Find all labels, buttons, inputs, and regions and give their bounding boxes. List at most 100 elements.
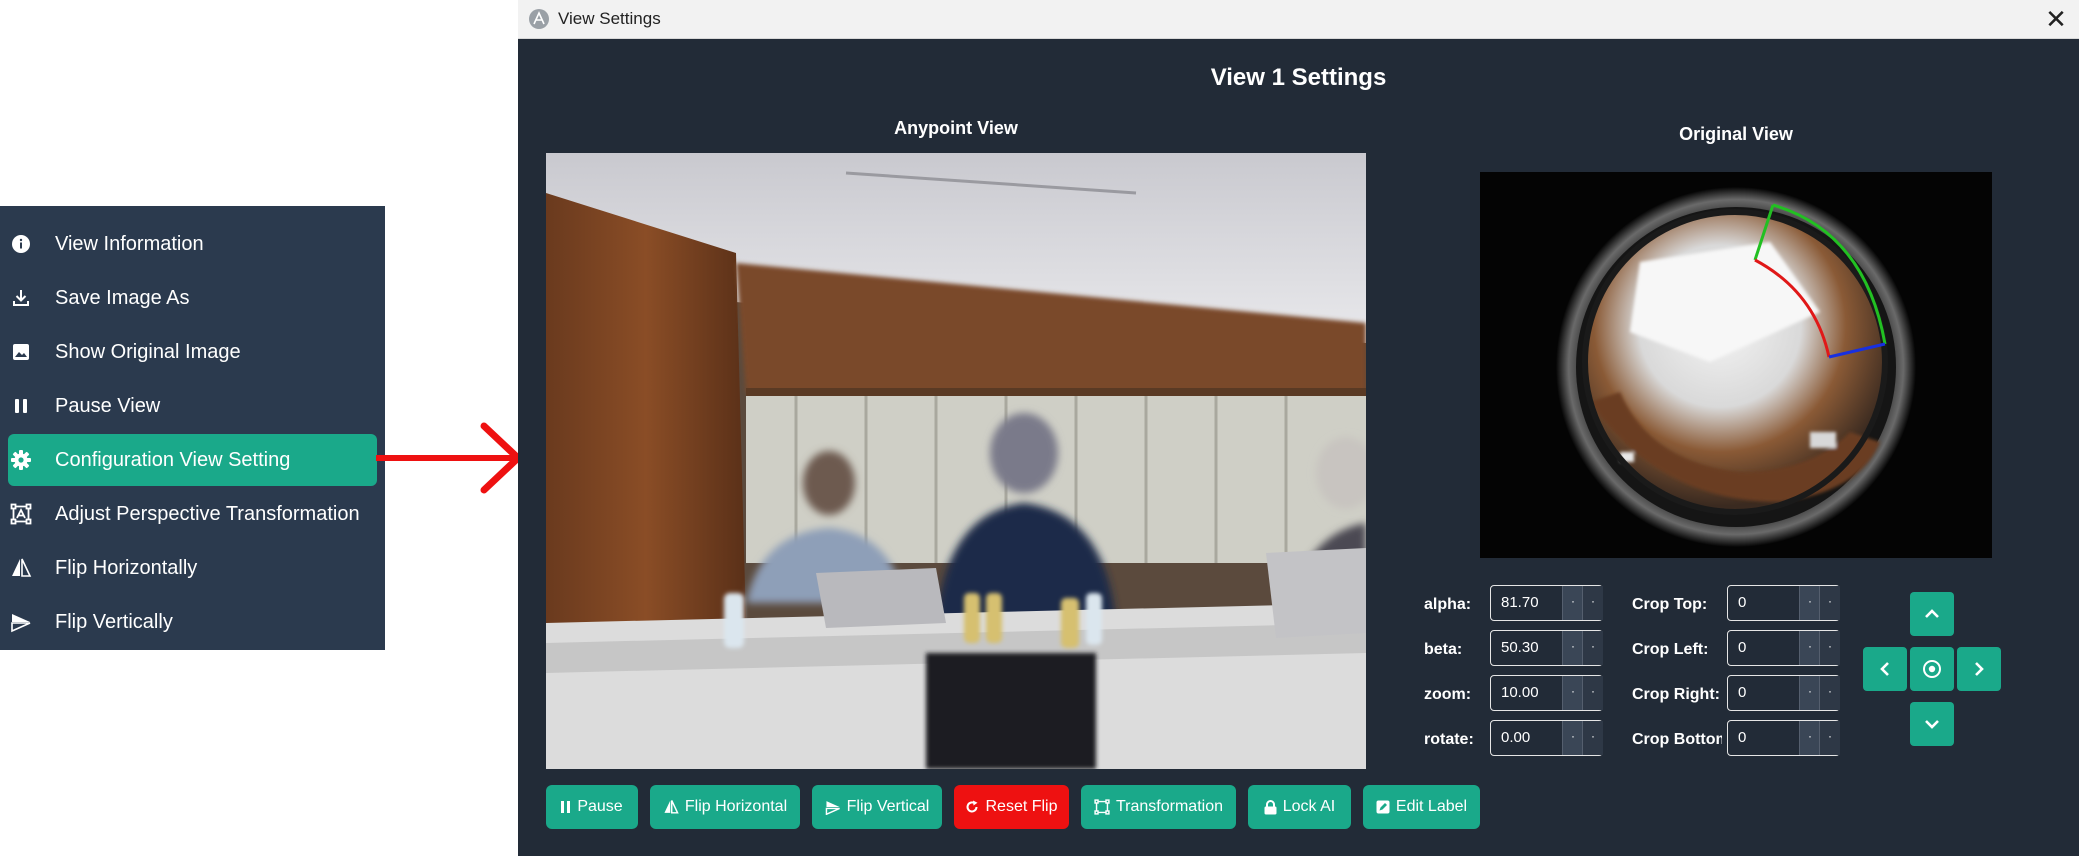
menu-item-configuration-view-setting[interactable]: Configuration View Setting <box>8 434 377 486</box>
flip-vertical-icon <box>825 799 841 815</box>
flip-horizontal-button-label: Flip Horizontal <box>684 798 788 815</box>
menu-item-label: Adjust Perspective Transformation <box>55 502 360 525</box>
crop-right-value[interactable]: 0 <box>1738 676 1746 710</box>
menu-item-flip-horizontally[interactable]: Flip Horizontally <box>8 542 377 594</box>
move-up-button[interactable] <box>1910 592 1954 636</box>
image-icon <box>10 341 32 363</box>
window-title: View Settings <box>558 9 661 28</box>
annotation-arrow <box>376 422 524 494</box>
target-icon <box>1923 660 1941 678</box>
crop-bottom-increment-button[interactable]: · <box>1799 721 1820 755</box>
flip-vertical-button-label: Flip Vertical <box>846 798 930 815</box>
crop-left-value[interactable]: 0 <box>1738 631 1746 665</box>
app-icon <box>528 8 550 30</box>
title-bar: View Settings ✕ <box>518 0 2079 39</box>
crop-bottom-value[interactable]: 0 <box>1738 721 1746 755</box>
zoom-increment-button[interactable]: · <box>1562 676 1583 710</box>
reset-flip-button-label: Reset Flip <box>985 798 1058 815</box>
transformation-button[interactable]: Transformation <box>1081 785 1236 829</box>
alpha-increment-button[interactable]: · <box>1562 586 1583 620</box>
center-button[interactable] <box>1910 647 1954 691</box>
pause-button-label: Pause <box>577 798 623 815</box>
menu-item-label: Pause View <box>55 394 161 417</box>
crop-top-increment-button[interactable]: · <box>1799 586 1820 620</box>
original-view-title: Original View <box>1679 124 1793 144</box>
pause-button[interactable]: Pause <box>546 785 638 829</box>
info-icon <box>10 233 32 255</box>
menu-item-flip-vertically[interactable]: Flip Vertically <box>8 596 377 648</box>
edit-label-button-label: Edit Label <box>1395 798 1468 815</box>
reset-flip-button[interactable]: Reset Flip <box>954 785 1069 829</box>
refresh-icon <box>965 800 979 814</box>
move-down-button[interactable] <box>1910 702 1954 746</box>
menu-item-adjust-perspective-transformation[interactable]: Adjust Perspective Transformation <box>8 488 377 540</box>
edit-label-icon <box>1376 800 1390 814</box>
alpha-decrement-button[interactable]: · <box>1582 586 1603 620</box>
transformation-button-label: Transformation <box>1116 798 1223 815</box>
context-menu: View Information Save Image As Show Orig… <box>0 206 385 650</box>
flip-horizontal-icon <box>663 799 679 815</box>
menu-item-label: Show Original Image <box>55 340 241 363</box>
crop-top-decrement-button[interactable]: · <box>1819 586 1840 620</box>
zoom-label: zoom: <box>1424 686 1472 703</box>
beta-decrement-button[interactable]: · <box>1582 631 1603 665</box>
beta-value[interactable]: 50.30 <box>1501 631 1539 665</box>
menu-item-label: Flip Horizontally <box>55 556 198 579</box>
flip-vertical-button[interactable]: Flip Vertical <box>812 785 942 829</box>
menu-item-view-information[interactable]: View Information <box>8 218 377 270</box>
crop-top-spinbox[interactable]: 0 · · <box>1727 585 1840 621</box>
crop-top-value[interactable]: 0 <box>1738 586 1746 620</box>
crop-right-decrement-button[interactable]: · <box>1819 676 1840 710</box>
chevron-left-icon <box>1880 662 1889 676</box>
crop-left-decrement-button[interactable]: · <box>1819 631 1840 665</box>
gear-icon <box>10 449 32 471</box>
crop-right-increment-button[interactable]: · <box>1799 676 1820 710</box>
crop-left-increment-button[interactable]: · <box>1799 631 1820 665</box>
move-right-button[interactable] <box>1957 647 2001 691</box>
menu-item-label: View Information <box>55 232 204 255</box>
crop-right-spinbox[interactable]: 0 · · <box>1727 675 1840 711</box>
original-view-image[interactable] <box>1480 172 1992 558</box>
menu-item-label: Configuration View Setting <box>55 448 291 471</box>
view-settings-window: View Settings ✕ View 1 Settings Anypoint… <box>518 0 2079 856</box>
zoom-value[interactable]: 10.00 <box>1501 676 1539 710</box>
lock-ai-button[interactable]: Lock AI <box>1248 785 1351 829</box>
crop-bottom-label: Crop Bottom: <box>1632 731 1722 748</box>
anypoint-view-image[interactable] <box>546 153 1366 769</box>
crop-bottom-decrement-button[interactable]: · <box>1819 721 1840 755</box>
flip-horizontal-button[interactable]: Flip Horizontal <box>650 785 800 829</box>
beta-spinbox[interactable]: 50.30 · · <box>1490 630 1603 666</box>
zoom-spinbox[interactable]: 10.00 · · <box>1490 675 1603 711</box>
zoom-decrement-button[interactable]: · <box>1582 676 1603 710</box>
transform-icon <box>10 503 32 525</box>
close-icon[interactable]: ✕ <box>2041 4 2071 34</box>
crop-bottom-spinbox[interactable]: 0 · · <box>1727 720 1840 756</box>
crop-top-label: Crop Top: <box>1632 596 1708 613</box>
flip-horizontal-icon <box>10 557 32 579</box>
beta-increment-button[interactable]: · <box>1562 631 1583 665</box>
menu-item-show-original-image[interactable]: Show Original Image <box>8 326 377 378</box>
move-left-button[interactable] <box>1863 647 1907 691</box>
rotate-increment-button[interactable]: · <box>1562 721 1583 755</box>
pause-icon <box>561 801 571 813</box>
alpha-value[interactable]: 81.70 <box>1501 586 1539 620</box>
menu-item-save-image-as[interactable]: Save Image As <box>8 272 377 324</box>
chevron-up-icon <box>1925 609 1939 618</box>
flip-vertical-icon <box>10 611 32 633</box>
rotate-spinbox[interactable]: 0.00 · · <box>1490 720 1603 756</box>
crop-right-label: Crop Right: <box>1632 686 1720 703</box>
alpha-spinbox[interactable]: 81.70 · · <box>1490 585 1603 621</box>
rotate-decrement-button[interactable]: · <box>1582 721 1603 755</box>
chevron-down-icon <box>1925 720 1939 729</box>
anypoint-view-title: Anypoint View <box>894 118 1018 138</box>
download-icon <box>10 287 32 309</box>
crop-left-spinbox[interactable]: 0 · · <box>1727 630 1840 666</box>
menu-item-pause-view[interactable]: Pause View <box>8 380 377 432</box>
edit-label-button[interactable]: Edit Label <box>1363 785 1480 829</box>
lock-icon <box>1264 799 1277 815</box>
crop-left-label: Crop Left: <box>1632 641 1709 658</box>
menu-item-label: Flip Vertically <box>55 610 173 633</box>
rotate-value[interactable]: 0.00 <box>1501 721 1530 755</box>
chevron-right-icon <box>1975 662 1984 676</box>
beta-label: beta: <box>1424 641 1463 658</box>
